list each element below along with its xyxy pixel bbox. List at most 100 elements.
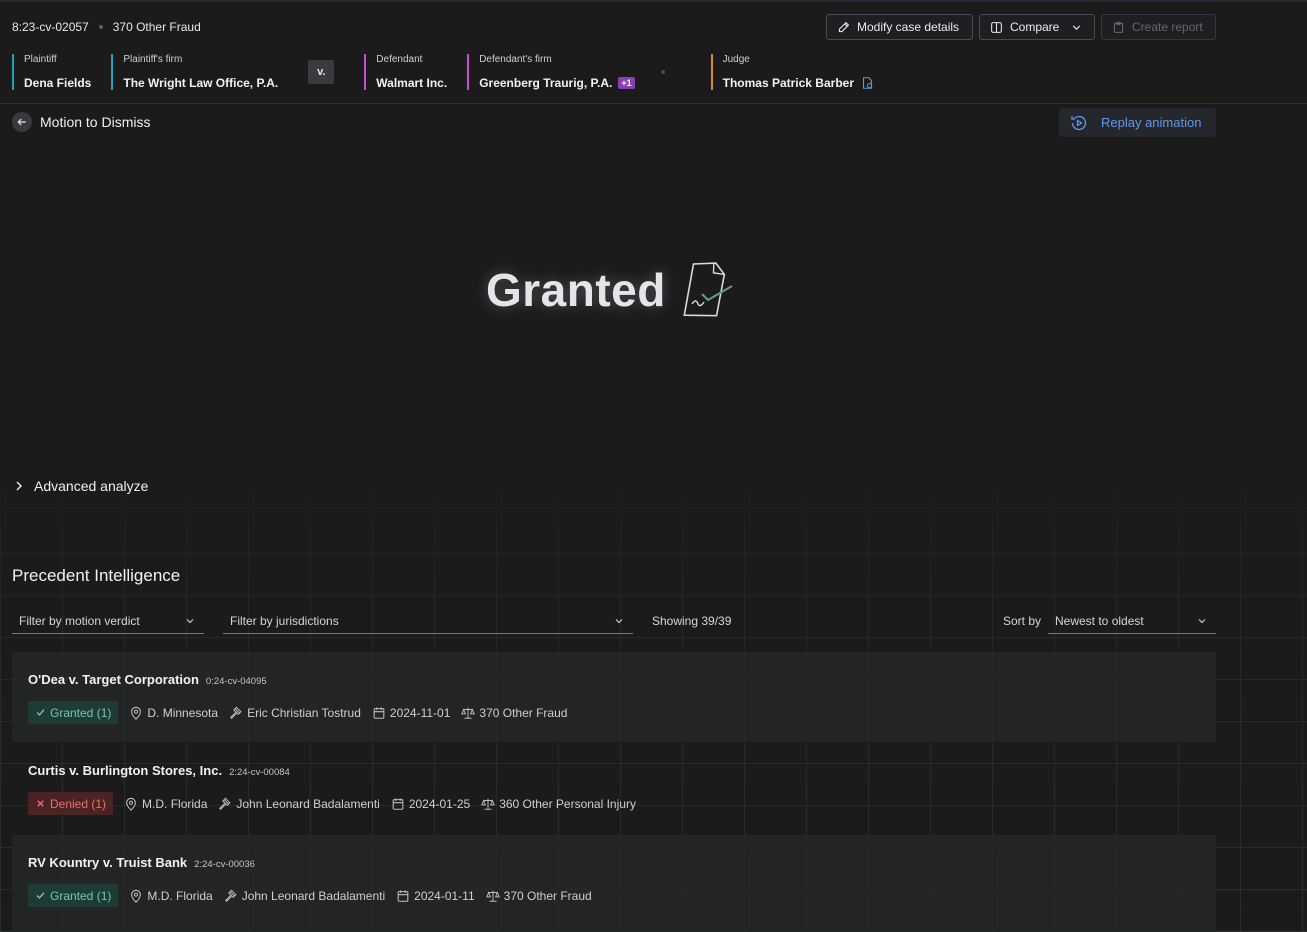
precedent-title: Precedent Intelligence [12, 566, 181, 585]
plaintiff-firm-block: Plaintiff's firm The Wright Law Office, … [111, 54, 278, 90]
case-nature: 370 Other Fraud [461, 706, 567, 720]
judge-block: Judge Thomas Patrick Barber [710, 54, 874, 90]
judge-info-icon[interactable] [860, 76, 874, 90]
filter-jurisdiction-select[interactable]: Filter by jurisdictions [223, 608, 633, 634]
chevron-down-icon [615, 618, 623, 623]
location-pin-icon [131, 706, 142, 720]
filter-verdict-placeholder: Filter by motion verdict [19, 613, 140, 628]
verdict-badge: Denied (1) [28, 792, 114, 815]
plaintiff-name: Dena Fields [24, 76, 92, 90]
case-date: 2024-11-01 [372, 706, 450, 720]
case-court: M.D. Florida [124, 797, 207, 811]
create-report-button[interactable]: Create report [1101, 14, 1216, 40]
scales-icon [485, 890, 500, 902]
parties-bar: Plaintiff Dena Fields Plaintiff's firm T… [12, 54, 894, 90]
case-court: M.D. Florida [129, 888, 213, 903]
modify-case-button[interactable]: Modify case details [826, 14, 973, 40]
case-header: 8:23-cv-02057 370 Other Fraud Modify cas… [0, 2, 1307, 104]
court-text: M.D. Florida [147, 888, 213, 903]
plaintiff-firm-label: Plaintiff's firm [123, 54, 183, 65]
plaintiff-firm-name: The Wright Law Office, P.A. [123, 76, 279, 90]
chevron-down-icon [186, 618, 194, 623]
case-judge: John Leonard Badalamenti [218, 797, 380, 811]
case-date: 2024-01-25 [391, 797, 470, 811]
motion-title: Motion to Dismiss [40, 114, 151, 130]
compare-label: Compare [1010, 20, 1060, 34]
nature-text: 370 Other Fraud [503, 888, 592, 903]
case-court: D. Minnesota [129, 706, 218, 720]
nature-text: 370 Other Fraud [479, 705, 568, 720]
case-docket: 2:24-cv-00084 [229, 767, 290, 778]
gavel-icon [219, 797, 231, 810]
scales-icon [461, 707, 476, 719]
verdict-text: Granted [486, 264, 666, 316]
judge-value: Thomas Patrick Barber [723, 76, 874, 90]
date-text: 2024-01-11 [414, 888, 475, 903]
case-title[interactable]: O'Dea v. Target Corporation [28, 672, 199, 687]
verdict-hero: Granted [486, 258, 736, 322]
versus-badge: v. [308, 60, 335, 84]
court-text: D. Minnesota [147, 705, 219, 720]
judge-label: Judge [722, 54, 750, 65]
case-card[interactable]: Curtis v. Burlington Stores, Inc. 2:24-c… [12, 743, 1216, 833]
court-text: M.D. Florida [142, 796, 208, 811]
calendar-icon [373, 706, 385, 719]
verdict-text: Denied (1) [50, 796, 107, 811]
party-separator [660, 70, 665, 74]
defendant-firm-label: Defendant's firm [479, 54, 552, 65]
check-icon [36, 892, 45, 899]
defendant-block: Defendant Walmart Inc. [364, 54, 447, 90]
replay-label: Replay animation [1101, 115, 1202, 130]
plaintiff-label: Plaintiff [24, 54, 57, 65]
defendant-name: Walmart Inc. [376, 76, 448, 90]
sort-label: Sort by [1003, 614, 1042, 628]
scales-icon [481, 798, 496, 810]
sort-select[interactable]: Newest to oldest [1048, 608, 1216, 634]
meta-separator [98, 25, 103, 29]
modify-case-label: Modify case details [857, 20, 960, 34]
defendant-firm-name: Greenberg Traurig, P.A. [479, 76, 613, 90]
replay-animation-button[interactable]: Replay animation [1059, 108, 1216, 137]
gavel-icon [224, 889, 237, 902]
gavel-icon [230, 706, 242, 719]
verdict-badge: Granted (1) [28, 701, 119, 724]
chevron-down-icon [1198, 618, 1206, 623]
case-meta: 8:23-cv-02057 370 Other Fraud [12, 20, 201, 34]
case-nature: 360 Other Personal Injury [481, 797, 636, 811]
calendar-icon [392, 797, 404, 810]
location-pin-icon [131, 889, 142, 903]
create-report-label: Create report [1132, 20, 1203, 34]
case-docket: 0:24-cv-04095 [205, 676, 267, 687]
more-firms-badge[interactable]: +1 [618, 77, 635, 89]
case-title[interactable]: RV Kountry v. Truist Bank [28, 855, 187, 870]
filter-verdict-select[interactable]: Filter by motion verdict [12, 608, 204, 634]
case-date: 2024-01-11 [396, 889, 475, 903]
case-docket: 2:24-cv-00036 [194, 859, 255, 870]
defendant-label: Defendant [376, 54, 423, 65]
clipboard-icon [1113, 21, 1124, 33]
chevron-down-icon [1073, 24, 1081, 30]
case-judge: Eric Christian Tostrud [229, 706, 361, 720]
verdict-badge: Granted (1) [28, 884, 119, 907]
defendant-firm-block: Defendant's firm Greenberg Traurig, P.A.… [467, 54, 635, 90]
plaintiff-block: Plaintiff Dena Fields [12, 54, 91, 90]
x-icon [37, 800, 44, 807]
verdict-text: Granted (1) [50, 705, 112, 720]
advanced-analyze-toggle[interactable]: Advanced analyze [14, 478, 148, 494]
case-card[interactable]: O'Dea v. Target Corporation 0:24-cv-0409… [12, 652, 1216, 742]
judge-text: John Leonard Badalamenti [241, 888, 386, 903]
advanced-analyze-label: Advanced analyze [34, 478, 149, 494]
chevron-right-icon [16, 481, 23, 491]
sort-value: Newest to oldest [1055, 613, 1144, 628]
case-judge: John Leonard Badalamenti [224, 889, 385, 903]
case-nature: 370 Other Fraud [485, 888, 592, 903]
compare-button[interactable]: Compare [979, 14, 1095, 40]
compare-icon [991, 21, 1002, 33]
document-check-icon [683, 262, 733, 317]
back-arrow-icon[interactable] [12, 112, 32, 132]
case-number: 8:23-cv-02057 [12, 20, 89, 34]
case-card[interactable]: RV Kountry v. Truist Bank 2:24-cv-00036 … [12, 835, 1216, 932]
back-to-motions[interactable]: Motion to Dismiss [12, 112, 150, 132]
case-title[interactable]: Curtis v. Burlington Stores, Inc. [28, 763, 222, 778]
verdict-text: Granted (1) [50, 888, 112, 903]
